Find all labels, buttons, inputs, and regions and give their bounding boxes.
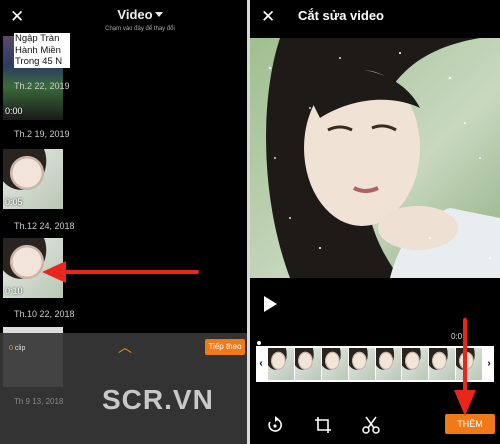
- clip-counter: 0 clip: [9, 345, 25, 352]
- video-date: Th.2 22, 2019: [14, 81, 70, 91]
- close-icon[interactable]: ✕: [261, 8, 275, 25]
- timeline-frame: [321, 348, 348, 380]
- video-date: Th.2 19, 2019: [14, 129, 70, 139]
- clip-count-word: clip: [14, 345, 26, 352]
- ad-caption: Ngập Tràn Hành Miền Trong 45 N: [14, 33, 70, 68]
- picker-subtitle: Chạm vào đây để thay đổi: [105, 26, 175, 32]
- preview-image: [250, 38, 500, 278]
- trim-handle-left[interactable]: ‹: [256, 350, 266, 378]
- timeline-frame: [348, 348, 375, 380]
- video-source-selector[interactable]: Video Chạm vào đây để thay đổi: [80, 6, 200, 32]
- playhead-dot[interactable]: [257, 341, 261, 345]
- video-duration: 0:05: [5, 197, 23, 207]
- pointer-arrow-icon: [454, 318, 476, 416]
- next-button[interactable]: Tiếp theo: [205, 339, 245, 355]
- close-icon[interactable]: ✕: [10, 8, 24, 25]
- selection-tray: 0 clip ︿ Tiếp theo Th 9 13, 2018 SCR.VN: [0, 333, 247, 444]
- watermark: SCR.VN: [102, 384, 214, 415]
- clip-count-number: 0: [9, 345, 13, 352]
- picker-title: Video: [117, 7, 153, 22]
- scissors-icon[interactable]: [362, 416, 380, 434]
- timeline-frame: [402, 348, 429, 380]
- caret-down-icon: [154, 12, 163, 18]
- video-date: Th.12 24, 2018: [14, 221, 75, 231]
- trim-handle-right[interactable]: ›: [484, 350, 494, 378]
- timeline-frame: [268, 348, 294, 380]
- video-duration: 0:00: [5, 106, 23, 116]
- video-picker-panel: ✕ Video Chạm vào đây để thay đổi 0:00 Ng…: [0, 0, 247, 444]
- video-thumbnail[interactable]: 0:05: [3, 149, 63, 209]
- page-title: Cắt sửa video: [298, 8, 384, 23]
- rotate-icon[interactable]: [266, 416, 284, 434]
- video-preview[interactable]: [250, 38, 500, 278]
- timeline-frame: [294, 348, 321, 380]
- chevron-up-icon[interactable]: ︿: [118, 337, 132, 357]
- play-icon[interactable]: [264, 296, 277, 312]
- crop-icon[interactable]: [314, 416, 332, 434]
- video-date: Th 9 13, 2018: [14, 397, 64, 406]
- pointer-arrow-icon: [42, 261, 199, 283]
- video-date: Th.10 22, 2018: [14, 309, 75, 319]
- timeline-frame: [375, 348, 402, 380]
- video-trim-panel: ✕ Cắt sửa video 0:0 ‹ › THÊM: [250, 0, 500, 444]
- video-duration: 0:10: [5, 286, 23, 296]
